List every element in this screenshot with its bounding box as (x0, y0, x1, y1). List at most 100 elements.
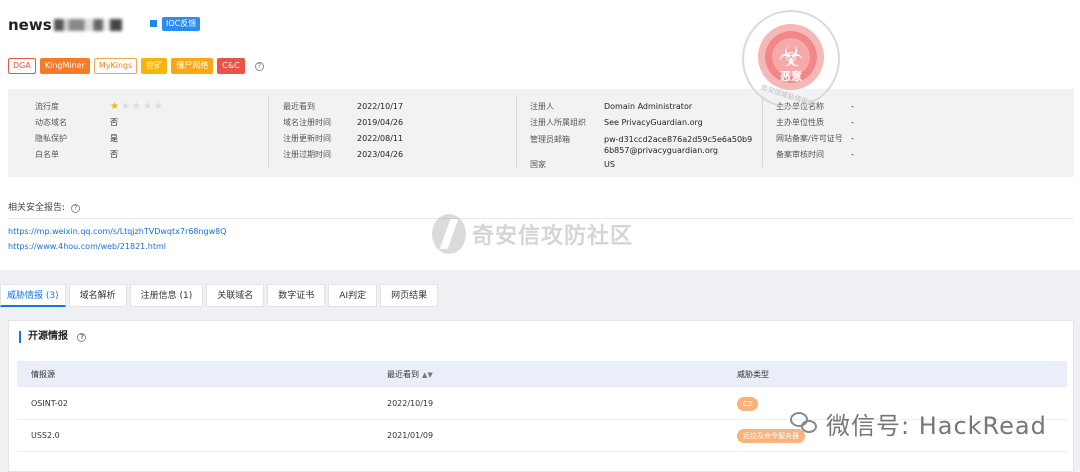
domain-prefix: news (8, 16, 52, 34)
sort-icon[interactable]: ▲▼ (422, 371, 433, 379)
tab-threat-intel[interactable]: 威胁情报 (3) (0, 284, 66, 307)
info-row: 白名单 否 (35, 147, 165, 163)
label-icp-number: 网站备案/许可证号 (776, 134, 843, 143)
cell-seen: 2021/01/09 (387, 431, 434, 440)
tag-list: DGA KingMiner MyKings 挖矿 僵尸网络 C&C ? (8, 58, 264, 74)
value-icp-number: - (851, 134, 854, 143)
info-row: 注册人 Domain Administrator (530, 99, 754, 115)
ioc-feedback-button[interactable]: IOC反馈 (162, 17, 201, 31)
tag-cc[interactable]: C&C (217, 58, 245, 74)
section-title-text: 开源情报 (28, 331, 68, 342)
info-col-basic: 流行度 ★★★★★ 动态域名 否 隐私保护 是 白名单 否 (35, 99, 165, 163)
watermark: 奇安信攻防社区 (432, 214, 633, 254)
tab-bar: 威胁情报 (3) 域名解析 注册信息 (1) 关联域名 数字证书 AI判定 网页… (0, 284, 439, 307)
domain-title: news (8, 16, 122, 34)
reports-title: 相关安全报告: ? (8, 200, 80, 213)
label-last-seen: 最近看到 (283, 102, 315, 111)
info-row: 动态域名 否 (35, 115, 165, 131)
info-col-dates: 最近看到 2022/10/17 域名注册时间 2019/04/26 注册更新时间… (283, 99, 403, 163)
label-update-date: 注册更新时间 (283, 134, 331, 143)
info-row: 管理员邮箱 pw-d31ccd2ace876a2d59c5e6a50b96b85… (530, 131, 754, 157)
info-row: 网站备案/许可证号 - (776, 131, 854, 147)
value-last-seen: 2022/10/17 (357, 102, 404, 111)
value-org: See PrivacyGuardian.org (604, 118, 703, 127)
label-whitelist: 白名单 (35, 150, 59, 159)
tag-botnet[interactable]: 僵尸网络 (171, 58, 214, 74)
ioc-square-icon (150, 20, 157, 27)
col-last-seen[interactable]: 最近看到 ▲▼ (367, 369, 717, 380)
value-reg-date: 2019/04/26 (357, 118, 404, 127)
wechat-watermark-text: 微信号: HackRead (826, 412, 1047, 440)
tab-ai-verdict[interactable]: AI判定 (328, 284, 378, 307)
info-row: 域名注册时间 2019/04/26 (283, 115, 403, 131)
stamp-core: ☣ 恶意 (758, 24, 824, 90)
cell-source: OSINT-02 (31, 399, 68, 408)
divider (516, 97, 517, 167)
redacted-domain (53, 19, 122, 31)
label-sponsor-type: 主办单位性质 (776, 118, 824, 127)
label-popularity: 流行度 (35, 102, 59, 111)
wechat-watermark: 微信号: HackRead (790, 406, 1047, 441)
cell-seen: 2022/10/19 (387, 399, 434, 408)
report-link-1[interactable]: https://mp.weixin.qq.com/s/LtqjzhTVDwqtx… (8, 227, 227, 236)
cell-source: USS2.0 (31, 431, 60, 440)
popularity-stars: ★★★★★ (110, 101, 165, 112)
tag-mining[interactable]: 挖矿 (141, 58, 168, 74)
tag-dga[interactable]: DGA (8, 58, 36, 74)
label-org: 注册人所属组织 (530, 118, 586, 127)
malicious-stamp: ☣ 恶意 奇安信威胁情报中心 (742, 10, 840, 111)
page: news IOC反馈 DGA KingMiner MyKings 挖矿 僵尸网络… (0, 0, 1080, 472)
label-icp-review: 备案审核时间 (776, 150, 824, 159)
watermark-text: 奇安信攻防社区 (472, 224, 634, 249)
value-registrant: Domain Administrator (604, 102, 693, 111)
info-col-registrant: 注册人 Domain Administrator 注册人所属组织 See Pri… (530, 99, 754, 173)
table-header: 情报源 最近看到 ▲▼ 威胁类型 (17, 361, 1067, 387)
tab-dns[interactable]: 域名解析 (68, 284, 127, 307)
tab-registration[interactable]: 注册信息 (1) (129, 284, 204, 307)
tag-kingminer[interactable]: KingMiner (39, 58, 90, 74)
help-icon[interactable]: ? (70, 204, 80, 213)
qianxin-logo-icon (432, 214, 466, 254)
value-admin-email: pw-d31ccd2ace876a2d59c5e6a50b96b857@priv… (604, 135, 753, 155)
stamp-word: 恶意 (780, 70, 802, 83)
info-row: 注册更新时间 2022/08/11 (283, 131, 403, 147)
tag-mykings[interactable]: MyKings (93, 58, 138, 74)
label-country: 国家 (530, 160, 546, 169)
label-dynamic-domain: 动态域名 (35, 118, 67, 127)
info-row: 隐私保护 是 (35, 131, 165, 147)
osint-card: 开源情报 ? 情报源 最近看到 ▲▼ 威胁类型 OSINT-02 2022/10/… (8, 320, 1074, 472)
help-icon[interactable]: ? (77, 333, 87, 342)
help-icon[interactable]: ? (254, 61, 264, 71)
threat-type-badge: C2 (737, 396, 759, 411)
info-row: 注册人所属组织 See PrivacyGuardian.org (530, 115, 754, 131)
value-whitelist: 否 (110, 150, 118, 159)
label-expire-date: 注册过期时间 (283, 150, 331, 159)
value-country: US (604, 160, 615, 169)
label-registrant: 注册人 (530, 102, 554, 111)
section-title: 开源情报 ? (19, 331, 87, 343)
value-privacy: 是 (110, 134, 118, 143)
reports-title-text: 相关安全报告: (8, 203, 66, 213)
tab-certificates[interactable]: 数字证书 (267, 284, 326, 307)
domain-info-panel: 流行度 ★★★★★ 动态域名 否 隐私保护 是 白名单 否 最近看到 2022/… (8, 89, 1074, 177)
info-row: 最近看到 2022/10/17 (283, 99, 403, 115)
info-row: 流行度 ★★★★★ (35, 99, 165, 115)
value-update-date: 2022/08/11 (357, 134, 404, 143)
info-row: 备案审核时间 - (776, 147, 854, 163)
info-row: 注册过期时间 2023/04/26 (283, 147, 403, 163)
value-sponsor-name: - (851, 102, 854, 111)
value-sponsor-type: - (851, 118, 854, 127)
wechat-icon (790, 411, 820, 436)
value-dynamic-domain: 否 (110, 118, 118, 127)
value-expire-date: 2023/04/26 (357, 150, 404, 159)
info-row: 主办单位性质 - (776, 115, 854, 131)
report-link-2[interactable]: https://www.4hou.com/web/21821.html (8, 242, 166, 251)
divider (762, 97, 763, 167)
tab-related-domains[interactable]: 关联域名 (206, 284, 265, 307)
label-reg-date: 域名注册时间 (283, 118, 331, 127)
divider (268, 97, 269, 167)
tab-web-results[interactable]: 网页结果 (380, 284, 439, 307)
label-admin-email: 管理员邮箱 (530, 135, 570, 144)
col-last-seen-label: 最近看到 (387, 369, 419, 379)
value-icp-review: - (851, 150, 854, 159)
